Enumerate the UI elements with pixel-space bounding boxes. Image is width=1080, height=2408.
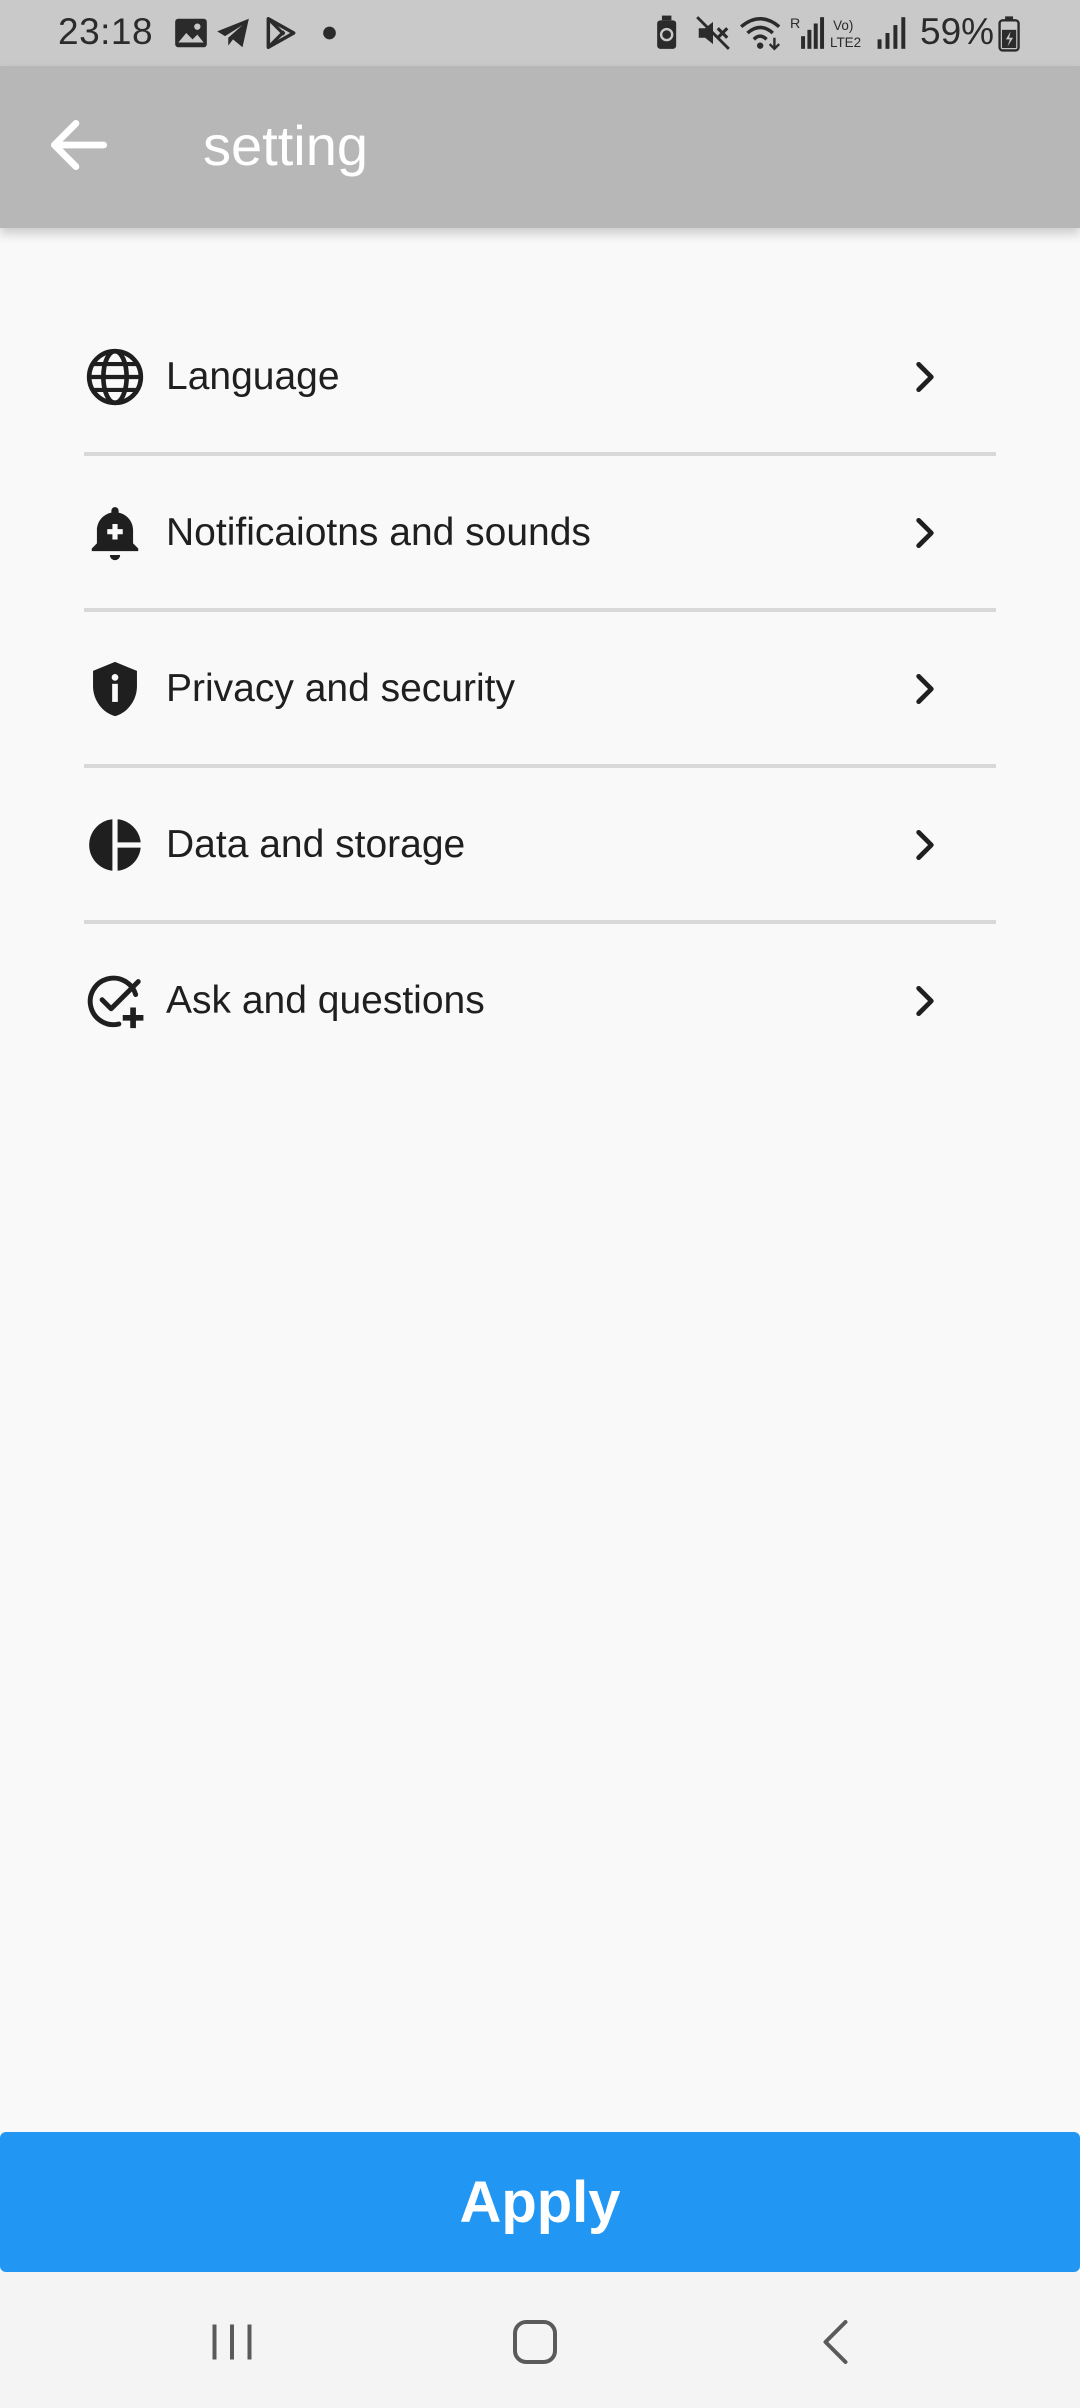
app-bar: setting (0, 66, 1080, 228)
settings-item-label: Ask and questions (166, 979, 485, 1022)
back-icon[interactable] (808, 2312, 868, 2372)
status-time: 23:18 (58, 11, 154, 52)
settings-item-ask-questions[interactable]: Ask and questions (84, 924, 996, 1076)
play-store-icon (262, 14, 300, 52)
arrow-left-icon (50, 120, 108, 170)
telegram-icon (214, 14, 254, 52)
apply-button[interactable]: Apply (0, 2132, 1080, 2272)
status-bar: 23:18 R Vo) LTE2 59% (0, 0, 1080, 66)
volte-lte2-icon: Vo) LTE2 (830, 14, 870, 52)
chevron-right-icon (906, 982, 944, 1020)
svg-text:Vo): Vo) (833, 18, 853, 33)
settings-item-label: Data and storage (166, 823, 466, 866)
settings-item-notifications[interactable]: Notificaiotns and sounds (84, 456, 996, 612)
mute-icon (694, 14, 732, 52)
recent-apps-icon[interactable] (202, 2312, 262, 2372)
chevron-right-icon (906, 670, 944, 708)
svg-text:LTE2: LTE2 (830, 35, 861, 50)
settings-item-data-storage[interactable]: Data and storage (84, 768, 996, 924)
bell-plus-icon (84, 502, 146, 564)
gallery-icon (172, 14, 207, 52)
settings-item-label: Privacy and security (166, 667, 515, 710)
settings-item-privacy[interactable]: Privacy and security (84, 612, 996, 768)
svg-text:R: R (790, 16, 800, 32)
battery-icon (998, 14, 1022, 52)
check-circle-plus-icon (84, 970, 146, 1032)
settings-item-language[interactable]: Language (84, 300, 996, 456)
settings-list: Language Notificaiotns and sounds Privac… (84, 300, 996, 1076)
chevron-right-icon (906, 358, 944, 396)
home-icon[interactable] (505, 2312, 565, 2372)
pie-chart-icon (84, 814, 146, 876)
wifi-icon (738, 14, 784, 52)
navigation-bar (0, 2272, 1080, 2408)
chevron-right-icon (906, 514, 944, 552)
signal-r-icon: R (790, 14, 825, 52)
chevron-right-icon (906, 826, 944, 864)
dot-icon (320, 14, 338, 52)
battery-percentage: 59% (920, 11, 995, 52)
globe-icon (84, 346, 146, 408)
settings-item-label: Language (166, 355, 340, 398)
signal-icon (876, 14, 908, 52)
settings-item-label: Notificaiotns and sounds (166, 511, 591, 554)
back-button[interactable] (42, 108, 116, 182)
battery-saver-icon (654, 14, 684, 52)
page-title: setting (203, 114, 368, 177)
shield-info-icon (84, 658, 146, 720)
